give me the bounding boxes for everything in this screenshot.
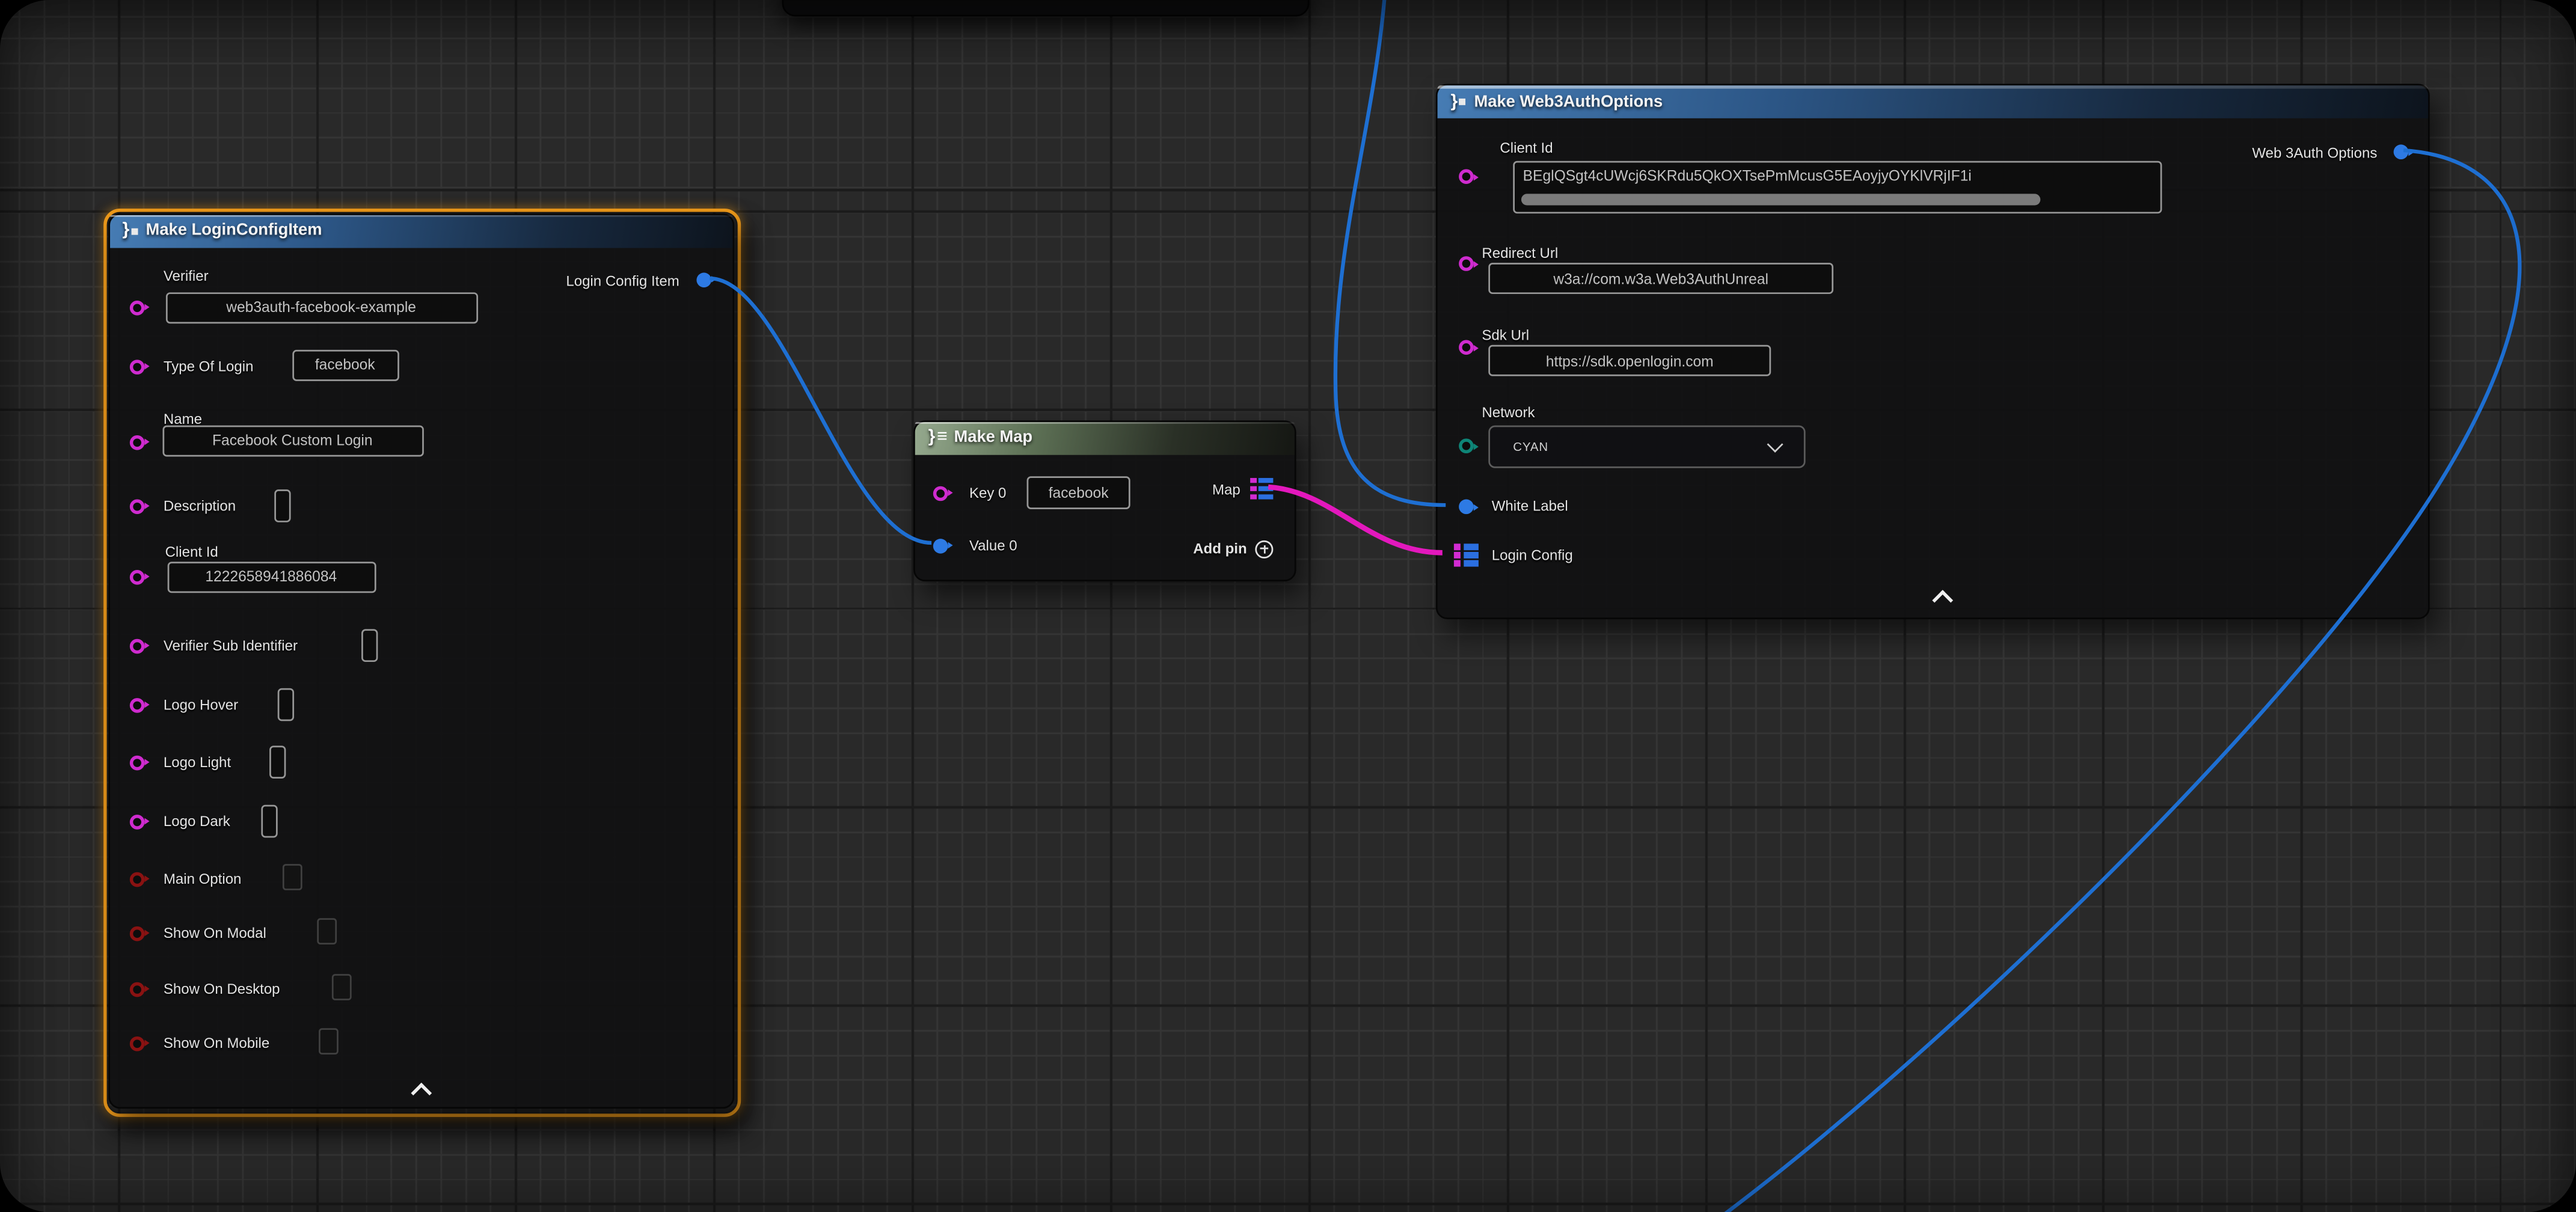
pin-label-show-on-mobile: Show On Mobile xyxy=(164,1034,269,1050)
pin-label-main-option: Main Option xyxy=(164,870,242,886)
show-on-modal-checkbox[interactable] xyxy=(316,917,336,944)
input-pin-type-of-login[interactable] xyxy=(129,359,144,374)
blueprint-editor: } Make LoginConfigItem Login Config Item… xyxy=(0,0,2576,1212)
pin-label-client-id: Client Id xyxy=(1500,139,1553,156)
pin-label-name: Name xyxy=(164,410,202,426)
input-pin-verifier[interactable] xyxy=(129,300,144,315)
output-pin-map[interactable] xyxy=(1250,477,1274,500)
input-pin-network[interactable] xyxy=(1459,438,1474,453)
offscreen-node-partial[interactable] xyxy=(782,0,1309,16)
make-struct-icon: } xyxy=(1450,93,1465,111)
input-pin-value0[interactable] xyxy=(933,538,948,553)
add-pin-plus-icon xyxy=(1255,539,1273,557)
collapse-node-button[interactable] xyxy=(410,1080,433,1096)
verifier-sub-identifier-field[interactable] xyxy=(361,628,377,661)
network-dropdown[interactable]: CYAN xyxy=(1488,426,1805,468)
pin-label-show-on-desktop: Show On Desktop xyxy=(164,980,280,996)
pin-label-value0: Value 0 xyxy=(969,536,1017,552)
pin-label-logo-hover: Logo Hover xyxy=(164,696,238,712)
logo-light-field[interactable] xyxy=(269,745,285,778)
pin-label-redirect-url: Redirect Url xyxy=(1482,245,1558,261)
pin-label-verifier-sub-identifier: Verifier Sub Identifier xyxy=(164,637,298,653)
node-header[interactable]: } Make LoginConfigItem xyxy=(109,215,732,248)
node-make-map[interactable]: }≡ Make Map Key 0 facebook Map Value 0 A… xyxy=(913,420,1296,581)
client-id-field[interactable]: BEglQSgt4cUWcj6SKRdu5QkOXTsePmMcusG5EAoy… xyxy=(1513,161,2162,213)
node-title: Make Map xyxy=(954,429,1033,447)
type-of-login-field[interactable]: facebook xyxy=(292,349,399,381)
node-make-web3authoptions[interactable]: } Make Web3AuthOptions Web 3Auth Options… xyxy=(1436,84,2430,618)
pin-label-description: Description xyxy=(164,497,236,513)
collapse-node-button[interactable] xyxy=(1932,588,1955,604)
add-pin-button[interactable]: Add pin xyxy=(1193,539,1273,557)
input-pin-verifier-sub-identifier[interactable] xyxy=(129,638,144,653)
logo-dark-field[interactable] xyxy=(260,804,277,837)
input-pin-white-label[interactable] xyxy=(1459,500,1474,515)
verifier-field[interactable]: web3auth-facebook-example xyxy=(165,292,477,323)
chevron-down-icon xyxy=(1767,436,1783,453)
input-pin-show-on-desktop[interactable] xyxy=(129,981,144,996)
key0-field[interactable]: facebook xyxy=(1027,476,1130,509)
pin-label-show-on-modal: Show On Modal xyxy=(164,924,266,940)
description-field[interactable] xyxy=(274,489,290,522)
add-pin-label: Add pin xyxy=(1193,540,1247,557)
show-on-desktop-checkbox[interactable] xyxy=(331,973,351,1000)
input-pin-redirect-url[interactable] xyxy=(1459,256,1474,271)
input-pin-key0[interactable] xyxy=(933,485,948,500)
node-make-loginconfigitem[interactable]: } Make LoginConfigItem Login Config Item… xyxy=(108,213,734,1109)
input-pin-sdk-url[interactable] xyxy=(1459,340,1474,355)
client-id-field[interactable]: 1222658941886084 xyxy=(167,561,375,592)
input-pin-client-id[interactable] xyxy=(129,569,144,584)
graph-canvas[interactable]: } Make LoginConfigItem Login Config Item… xyxy=(0,0,2576,1212)
client-id-scrollbar[interactable] xyxy=(1521,194,2040,205)
logo-hover-field[interactable] xyxy=(277,687,293,720)
pin-label-logo-light: Logo Light xyxy=(164,753,231,770)
input-pin-client-id[interactable] xyxy=(1459,169,1474,184)
output-pin-login-config-item[interactable] xyxy=(696,272,711,287)
output-pin-label: Web 3Auth Options xyxy=(2252,144,2377,161)
main-option-checkbox[interactable] xyxy=(282,863,302,890)
node-header[interactable]: } Make Web3AuthOptions xyxy=(1438,85,2428,118)
input-pin-logo-light[interactable] xyxy=(129,754,144,770)
pin-label-login-config: Login Config xyxy=(1492,547,1573,563)
make-map-icon: }≡ xyxy=(928,429,946,447)
input-pin-name[interactable] xyxy=(129,435,144,450)
node-title: Make Web3AuthOptions xyxy=(1474,93,1663,111)
make-struct-icon: } xyxy=(123,222,138,240)
input-pin-logo-hover[interactable] xyxy=(129,697,144,712)
output-pin-label-map: Map xyxy=(1212,480,1240,497)
input-pin-main-option[interactable] xyxy=(129,871,144,886)
redirect-url-field[interactable]: w3a://com.w3a.Web3AuthUnreal xyxy=(1488,263,1833,294)
name-field[interactable]: Facebook Custom Login xyxy=(162,424,423,456)
pin-label-type-of-login: Type Of Login xyxy=(164,357,254,373)
pin-label-verifier: Verifier xyxy=(164,267,209,283)
pin-label-key0: Key 0 xyxy=(969,484,1006,500)
pin-label-sdk-url: Sdk Url xyxy=(1482,327,1529,343)
sdk-url-field[interactable]: https://sdk.openlogin.com xyxy=(1488,345,1771,376)
input-pin-description[interactable] xyxy=(129,498,144,513)
node-header[interactable]: }≡ Make Map xyxy=(915,421,1295,454)
node-title: Make LoginConfigItem xyxy=(146,222,322,240)
pin-label-network: Network xyxy=(1482,404,1535,420)
wire-loginconfigitem-to-value0[interactable] xyxy=(710,278,931,543)
show-on-mobile-checkbox[interactable] xyxy=(318,1027,338,1054)
pin-label-logo-dark: Logo Dark xyxy=(164,812,230,828)
wire-top-to-whitelabel[interactable] xyxy=(1336,0,1446,505)
input-pin-logo-dark[interactable] xyxy=(129,814,144,829)
network-selected-value: CYAN xyxy=(1513,439,1548,454)
pin-label-client-id: Client Id xyxy=(165,543,218,559)
pin-label-white-label: White Label xyxy=(1492,498,1568,514)
input-pin-show-on-modal[interactable] xyxy=(129,926,144,941)
input-pin-show-on-mobile[interactable] xyxy=(129,1036,144,1051)
output-pin-label: Login Config Item xyxy=(566,272,679,288)
output-pin-web3auth-options[interactable] xyxy=(2394,144,2409,159)
input-pin-login-config[interactable] xyxy=(1454,543,1478,566)
